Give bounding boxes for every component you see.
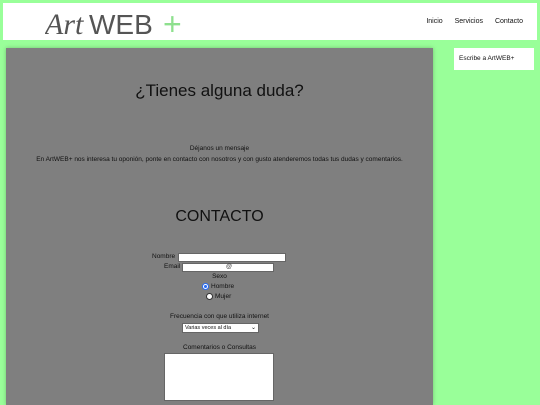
frequency-select[interactable]: Varias veces al día ⌄ <box>182 323 259 333</box>
logo-art-text: Art <box>45 8 84 39</box>
top-nav: Inicio Servicios Contacto <box>416 18 523 25</box>
nav-item-servicios[interactable]: Servicios <box>455 18 483 25</box>
frequency-select-value: Varias veces al día <box>185 325 232 331</box>
sex-option-hombre[interactable]: Hombre <box>202 283 234 290</box>
radio-mujer[interactable] <box>206 293 213 300</box>
header-bar: Art WEB + Inicio Servicios Contacto <box>3 3 537 40</box>
radio-hombre[interactable] <box>202 283 209 290</box>
logo-plus-text: + <box>163 7 182 39</box>
nav-item-inicio[interactable]: Inicio <box>426 18 442 25</box>
frequency-label: Frecuencia con que utiliza internet <box>169 313 269 320</box>
comments-label: Comentarios o Consultas <box>183 344 256 351</box>
sex-label: Sexo <box>212 273 227 280</box>
contact-title: CONTACTO <box>175 208 264 225</box>
email-label: Email <box>164 263 181 270</box>
chevron-down-icon: ⌄ <box>250 325 256 331</box>
logo-web-text: WEB <box>89 9 153 39</box>
sex-option-mujer[interactable]: Mujer <box>206 293 231 300</box>
name-label: Nombre <box>152 253 176 260</box>
comments-textarea[interactable] <box>164 353 274 401</box>
nav-item-contacto[interactable]: Contacto <box>495 18 523 25</box>
sex-option-hombre-label: Hombre <box>211 283 235 291</box>
intro-line-2: En ArtWEB+ nos interesa tu oponión, pont… <box>36 156 403 163</box>
intro-line-1: Déjanos un mensaje <box>189 145 250 152</box>
sidebar-write-to-artweb[interactable]: Escribe a ArtWEB+ <box>454 48 534 70</box>
artweb-logo[interactable]: Art WEB + <box>45 7 220 39</box>
question-heading: ¿Tienes alguna duda? <box>135 81 304 100</box>
main-panel: ¿Tienes alguna duda? Déjanos un mensaje … <box>6 48 433 405</box>
email-field[interactable]: @ <box>182 263 274 272</box>
name-field[interactable] <box>178 253 286 262</box>
sex-option-mujer-label: Mujer <box>215 293 232 301</box>
